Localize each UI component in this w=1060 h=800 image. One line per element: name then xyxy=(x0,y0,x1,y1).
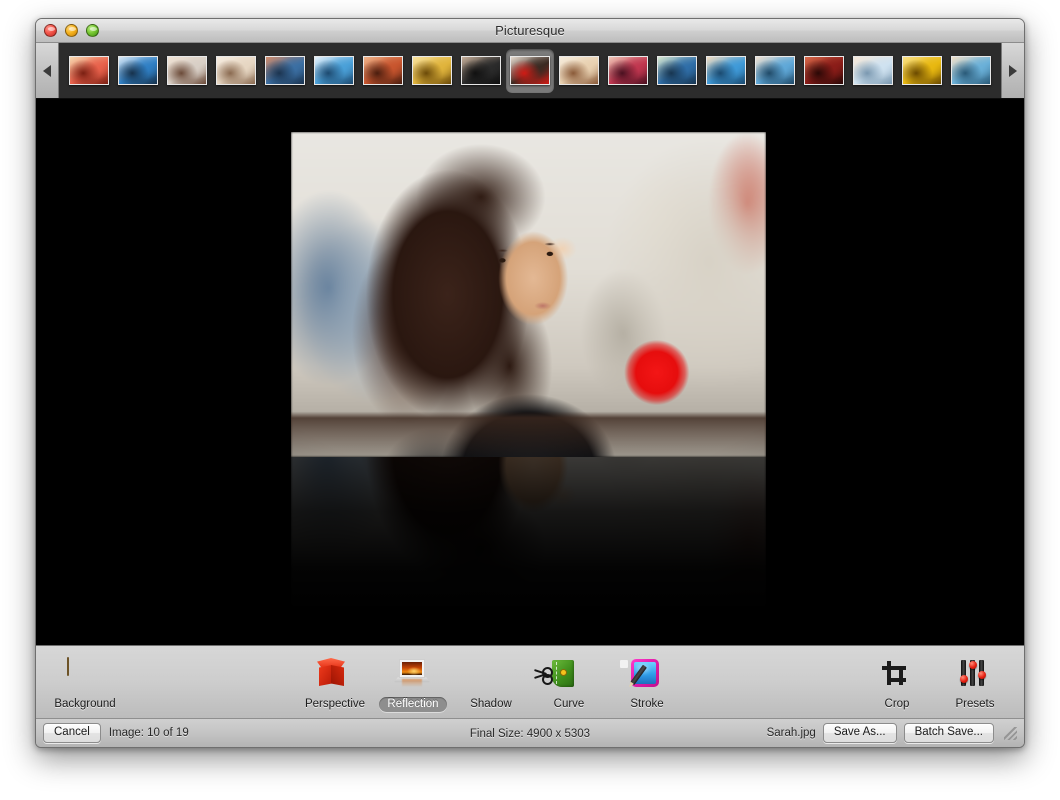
title-bar: Picturesque xyxy=(36,19,1024,43)
window-title: Picturesque xyxy=(36,23,1024,38)
tool-shadow[interactable]: Shadow xyxy=(452,652,530,712)
thumbnail-item[interactable] xyxy=(359,49,407,93)
thumbnail-image xyxy=(657,56,697,85)
tool-perspective[interactable]: Perspective xyxy=(296,652,374,712)
photo-reflection xyxy=(291,457,766,612)
tool-background[interactable]: Background xyxy=(46,652,124,712)
status-left-group: Cancel Image: 10 of 19 xyxy=(43,723,189,743)
thumbnail-item[interactable] xyxy=(310,49,358,93)
thumbnail-item[interactable] xyxy=(457,49,505,93)
thumbnail-image xyxy=(706,56,746,85)
app-window: Picturesque xyxy=(35,18,1025,748)
window-resize-grip[interactable] xyxy=(1004,727,1017,740)
tool-crop[interactable]: Crop xyxy=(858,652,936,712)
chevron-left-icon xyxy=(43,65,51,77)
thumbnail-item[interactable] xyxy=(408,49,456,93)
thumbnail-filmstrip xyxy=(36,43,1024,99)
reflection-fade-overlay xyxy=(291,457,766,612)
thumbnail-image xyxy=(363,56,403,85)
effects-toolbar: Background Perspective Reflection Shadow Cu… xyxy=(36,645,1024,718)
tool-icon-wrapper xyxy=(879,658,915,694)
thumbnail-image xyxy=(167,56,207,85)
photo-stage[interactable] xyxy=(291,132,766,612)
status-bar: Cancel Image: 10 of 19 Final Size: 4900 … xyxy=(36,718,1024,747)
thumbnail-item[interactable] xyxy=(555,49,603,93)
tool-label: Reflection xyxy=(379,697,446,712)
thumbnail-item[interactable] xyxy=(65,49,113,93)
thumbnail-item[interactable] xyxy=(506,49,554,93)
thumbnail-image xyxy=(265,56,305,85)
window-controls xyxy=(44,24,99,37)
tool-icon-wrapper xyxy=(551,658,587,694)
thumbnail-image xyxy=(853,56,893,85)
thumbnail-item[interactable] xyxy=(947,49,995,93)
photo-image[interactable] xyxy=(291,132,766,457)
minimize-button[interactable] xyxy=(65,24,78,37)
thumbnail-image xyxy=(510,56,550,85)
preview-canvas[interactable] xyxy=(36,99,1024,645)
toolbar-left-group: Background xyxy=(46,652,124,712)
thumbnail-item[interactable] xyxy=(751,49,799,93)
background-icon xyxy=(67,657,69,676)
tool-icon-wrapper xyxy=(317,658,353,694)
thumbnail-image xyxy=(69,56,109,85)
thumbnail-image xyxy=(804,56,844,85)
thumbnail-item[interactable] xyxy=(163,49,211,93)
thumbnail-image xyxy=(216,56,256,85)
thumbnail-item[interactable] xyxy=(800,49,848,93)
final-size-label: Final Size: 4900 x 5303 xyxy=(470,728,590,740)
tool-icon-wrapper xyxy=(395,658,431,694)
thumbnail-image xyxy=(118,56,158,85)
tool-presets[interactable]: Presets xyxy=(936,652,1014,712)
toolbar-right-group: Crop Presets xyxy=(858,652,1014,712)
tool-label: Background xyxy=(46,697,123,712)
thumbnail-image xyxy=(412,56,452,85)
close-button[interactable] xyxy=(44,24,57,37)
tool-label: Presets xyxy=(948,697,1003,712)
image-counter-label: Image: 10 of 19 xyxy=(109,727,189,739)
save-as-button[interactable]: Save As... xyxy=(823,723,897,743)
tool-label: Perspective xyxy=(297,697,373,712)
thumbnail-item[interactable] xyxy=(849,49,897,93)
status-right-group: Sarah.jpg Save As... Batch Save... xyxy=(767,723,1017,743)
thumbnail-image xyxy=(755,56,795,85)
cancel-button[interactable]: Cancel xyxy=(43,723,101,743)
thumbnail-item[interactable] xyxy=(261,49,309,93)
chevron-right-icon xyxy=(1009,65,1017,77)
filmstrip-next-arrow-button[interactable] xyxy=(1001,43,1024,98)
tool-icon-wrapper xyxy=(957,658,993,694)
thumbnail-item[interactable] xyxy=(604,49,652,93)
filename-label: Sarah.jpg xyxy=(767,727,816,739)
tool-reflection[interactable]: Reflection xyxy=(374,652,452,712)
filmstrip-prev-arrow-button[interactable] xyxy=(36,43,59,98)
zoom-button[interactable] xyxy=(86,24,99,37)
thumbnail-item[interactable] xyxy=(702,49,750,93)
thumbnail-image xyxy=(314,56,354,85)
thumbnail-list[interactable] xyxy=(59,43,1001,98)
toolbar-center-group: Perspective Reflection Shadow Curve Stroke xyxy=(296,652,686,712)
thumbnail-item[interactable] xyxy=(212,49,260,93)
thumbnail-image xyxy=(461,56,501,85)
tool-label: Stroke xyxy=(622,697,671,712)
thumbnail-image xyxy=(608,56,648,85)
thumbnail-item[interactable] xyxy=(653,49,701,93)
thumbnail-image xyxy=(559,56,599,85)
tool-icon-wrapper xyxy=(629,658,665,694)
thumbnail-image xyxy=(902,56,942,85)
tool-icon-wrapper xyxy=(67,658,103,694)
thumbnail-item[interactable] xyxy=(114,49,162,93)
thumbnail-image xyxy=(951,56,991,85)
thumbnail-item[interactable] xyxy=(898,49,946,93)
tool-stroke[interactable]: Stroke xyxy=(608,652,686,712)
tool-curve[interactable]: Curve xyxy=(530,652,608,712)
photo-layer-vignette xyxy=(291,132,766,457)
tool-icon-wrapper xyxy=(473,658,509,694)
tool-label: Crop xyxy=(877,697,918,712)
tool-label: Curve xyxy=(546,697,593,712)
tool-label: Shadow xyxy=(462,697,520,712)
batch-save-button[interactable]: Batch Save... xyxy=(904,723,994,743)
